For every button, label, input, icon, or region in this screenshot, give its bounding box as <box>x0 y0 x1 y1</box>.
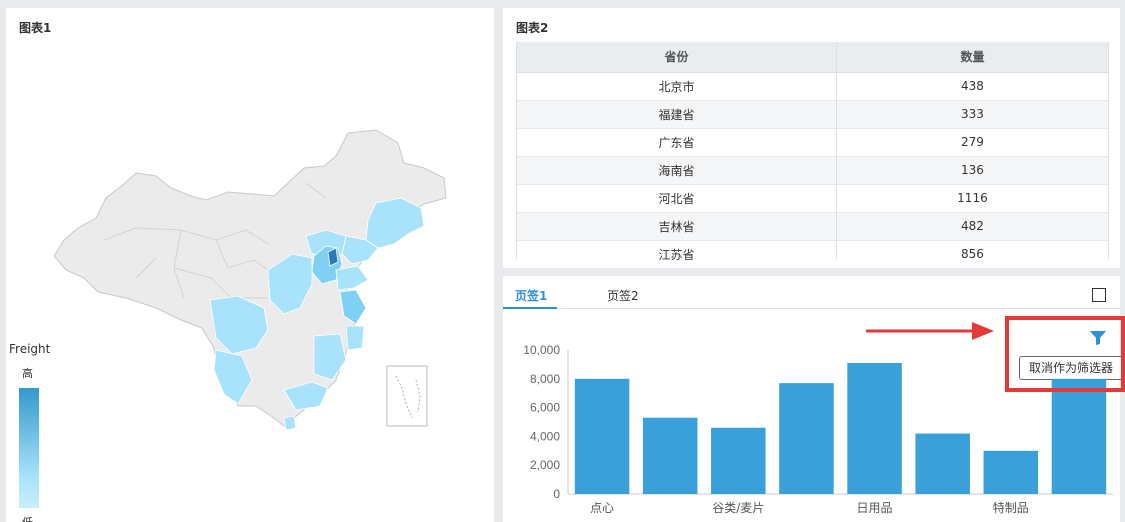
table-panel-title: 图表2 <box>516 21 549 35</box>
bar[interactable] <box>983 450 1039 494</box>
x-tick-label: 日用品 <box>857 501 893 515</box>
legend-title: Freight <box>9 342 51 356</box>
table-cell-quantity: 856 <box>836 240 1108 260</box>
table-cell-province: 江苏省 <box>517 240 837 260</box>
south-sea-inset <box>386 365 428 427</box>
y-tick-label: 10,000 <box>523 343 560 357</box>
table-row[interactable]: 江苏省 856 <box>517 240 1108 260</box>
top-strip <box>0 0 1125 6</box>
annotation-arrow <box>866 322 994 340</box>
bar[interactable] <box>574 378 630 494</box>
legend-high-label: 高 <box>22 367 33 380</box>
column-header-quantity[interactable]: 数量 <box>836 42 1108 73</box>
table-scroll-area[interactable]: 省份 数量 北京市 438 福建省 333 广东省 279 海南省 136 河北… <box>516 42 1109 260</box>
y-tick-label: 4,000 <box>530 429 560 443</box>
table-cell-province: 河北省 <box>517 184 837 213</box>
table-panel: 图表2 省份 数量 北京市 438 福建省 333 广东省 279 海南省 13… <box>503 8 1120 268</box>
x-tick-label: 谷类/麦片 <box>712 501 764 515</box>
table-row[interactable]: 海南省 136 <box>517 156 1108 185</box>
x-tick-label: 点心 <box>590 501 614 515</box>
column-header-province[interactable]: 省份 <box>517 42 837 73</box>
legend-gradient-bar <box>19 388 39 508</box>
table-cell-quantity: 1116 <box>836 184 1108 213</box>
table-cell-province: 海南省 <box>517 156 837 185</box>
table-row[interactable]: 广东省 279 <box>517 128 1108 157</box>
bar[interactable] <box>847 362 902 494</box>
table-row[interactable]: 吉林省 482 <box>517 212 1108 241</box>
table-row[interactable]: 北京市 438 <box>517 72 1108 101</box>
table-row[interactable]: 河北省 1116 <box>517 184 1108 213</box>
province-hainan[interactable] <box>283 415 297 431</box>
legend-low-label: 低 <box>22 514 33 522</box>
y-tick-label: 6,000 <box>530 401 560 415</box>
y-tick-label: 2,000 <box>530 458 560 472</box>
province-table: 省份 数量 北京市 438 福建省 333 广东省 279 海南省 136 河北… <box>517 42 1108 260</box>
highlight-box <box>1005 316 1125 392</box>
province-fujian-jiangxi[interactable] <box>313 333 347 381</box>
table-cell-province: 北京市 <box>517 72 837 101</box>
bar[interactable] <box>711 427 766 494</box>
table-row[interactable]: 福建省 333 <box>517 100 1108 129</box>
table-cell-quantity: 136 <box>836 156 1108 185</box>
table-cell-province: 广东省 <box>517 128 837 157</box>
table-cell-quantity: 482 <box>836 212 1108 241</box>
province-shandong[interactable] <box>335 265 369 291</box>
province-zhejiang[interactable] <box>345 325 365 351</box>
bar[interactable] <box>642 417 698 494</box>
table-cell-quantity: 333 <box>836 100 1108 129</box>
map-panel: 图表1 Freight 高 低 <box>6 8 494 522</box>
bar[interactable] <box>779 383 834 494</box>
bar-chart: 0 2,000 4,000 6,000 8,000 10,000 点心 谷类/麦片 日用品 特制品 <box>523 343 1113 515</box>
table-cell-province: 福建省 <box>517 100 837 129</box>
bar[interactable] <box>1051 378 1107 494</box>
table-header-row: 省份 数量 <box>517 42 1108 73</box>
y-tick-label: 8,000 <box>530 372 560 386</box>
china-map[interactable] <box>6 8 494 522</box>
x-tick-label: 特制品 <box>993 500 1029 515</box>
y-tick-label: 0 <box>553 487 560 501</box>
table-cell-quantity: 438 <box>836 72 1108 101</box>
table-cell-province: 吉林省 <box>517 212 837 241</box>
table-cell-quantity: 279 <box>836 128 1108 157</box>
south-sea-islands <box>395 375 421 419</box>
bar[interactable] <box>915 433 970 494</box>
province-heilongjiang-jilin[interactable] <box>365 197 425 249</box>
